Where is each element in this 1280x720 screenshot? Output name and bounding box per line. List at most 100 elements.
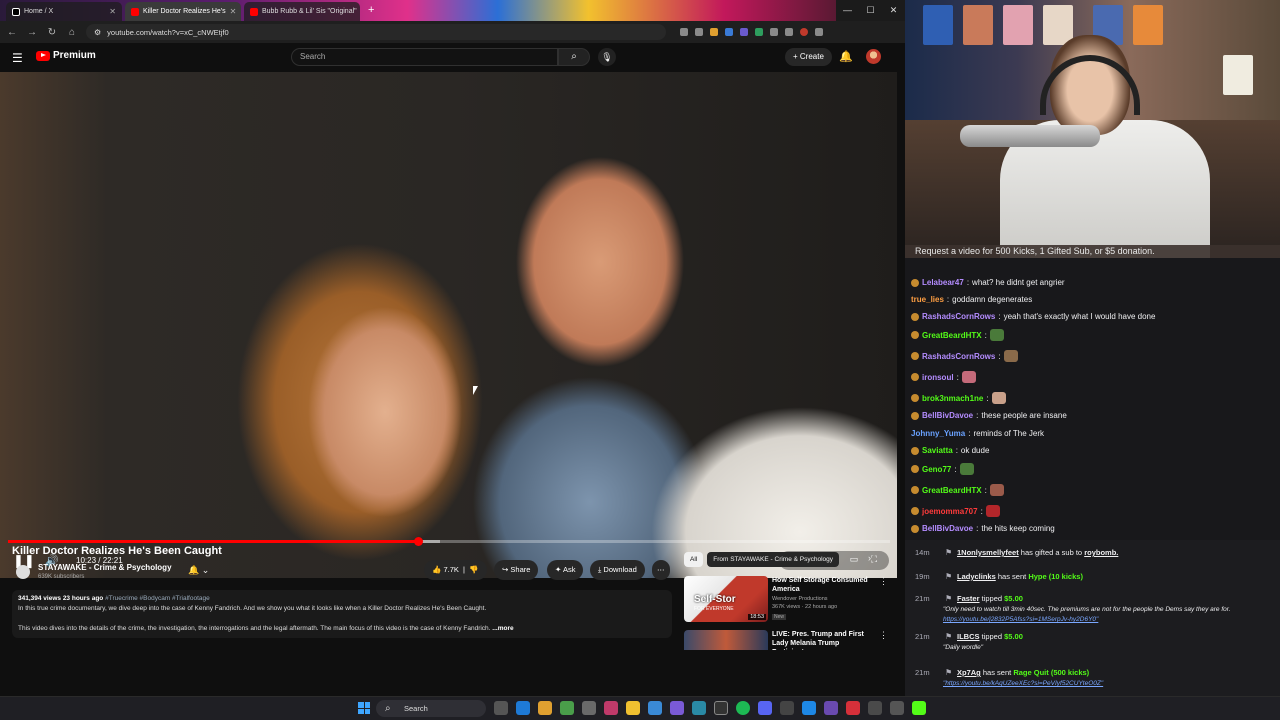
recommendation-item[interactable]: Self-Stor FOR EVERYONE 18:53 How Self St… <box>684 576 894 626</box>
tab-bubb-rubb[interactable]: Bubb Rubb & Lil' Sis "Original" ✕ <box>244 2 360 21</box>
subscribed-bell-icon[interactable]: 🔔 ⌄ <box>188 565 209 576</box>
app-icon[interactable] <box>714 701 728 715</box>
windows-start-icon[interactable] <box>358 702 370 714</box>
chat-username[interactable]: Johnny_Yuma <box>911 429 965 438</box>
event-link[interactable]: https://youtu.be/j2832P5Afss?si=1MSerpJv… <box>943 616 1098 623</box>
search-input[interactable]: Search <box>291 48 558 66</box>
close-icon[interactable]: ✕ <box>230 7 237 16</box>
install-icon[interactable] <box>680 28 688 36</box>
app-icon[interactable] <box>824 701 838 715</box>
chat-username[interactable]: Geno77 <box>922 465 951 474</box>
recommendation-channel[interactable]: Wendover Productions <box>772 596 828 602</box>
recommendation-title[interactable]: How Self Storage Consumed America <box>772 576 872 594</box>
search-button[interactable]: ⌕ <box>558 48 590 66</box>
taskbar-search[interactable]: Search <box>376 700 486 717</box>
description-box[interactable]: 341,394 views 23 hours ago #Truecrime #B… <box>12 590 672 638</box>
more-options-icon[interactable]: ⋮ <box>879 630 888 641</box>
channel-avatar[interactable] <box>16 565 30 579</box>
chat-username[interactable]: GreatBeardHTX <box>922 486 982 495</box>
chat-username[interactable]: ironsoul <box>922 373 954 382</box>
show-more-link[interactable]: ...more <box>492 625 513 632</box>
create-button[interactable]: + Create <box>785 48 832 66</box>
forward-icon[interactable]: → <box>26 27 38 38</box>
maximize-icon[interactable]: ☐ <box>859 0 882 21</box>
chat-username[interactable]: Saviatta <box>922 446 953 455</box>
youtube-premium-logo[interactable]: Premium <box>36 50 96 61</box>
like-button[interactable]: 👍 7.7K | 👎 <box>424 560 487 580</box>
recommendation-title[interactable]: LIVE: Pres. Trump and First Lady Melania… <box>772 630 872 650</box>
ask-button[interactable]: ✦ Ask <box>547 560 584 580</box>
app-icon[interactable] <box>868 701 882 715</box>
back-icon[interactable]: ← <box>6 27 18 38</box>
app-icon[interactable] <box>802 701 816 715</box>
notifications-bell-icon[interactable]: 🔔 <box>839 50 853 63</box>
edge-icon[interactable] <box>516 701 530 715</box>
hamburger-menu-icon[interactable]: ☰ <box>12 51 23 65</box>
kick-icon[interactable] <box>912 701 926 715</box>
app-icon[interactable] <box>692 701 706 715</box>
minimize-icon[interactable]: — <box>836 0 859 21</box>
event-user[interactable]: 1Nonlysmellyfeet <box>957 548 1019 557</box>
chrome-icon[interactable] <box>538 701 552 715</box>
video-thumbnail[interactable] <box>684 630 768 650</box>
channel-name[interactable]: STAYAWAKE - Crime & Psychology <box>38 563 172 572</box>
site-info-icon[interactable]: ⚙ <box>94 28 101 37</box>
close-window-icon[interactable]: ✕ <box>882 0 905 21</box>
side-panel-icon[interactable] <box>785 28 793 36</box>
chat-username[interactable]: BellBivDavoe <box>922 524 973 533</box>
app-icon[interactable] <box>604 701 618 715</box>
bookmark-star-icon[interactable] <box>695 28 703 36</box>
video-frame[interactable] <box>0 72 897 578</box>
video-thumbnail[interactable]: Self-Stor FOR EVERYONE 18:53 <box>684 576 768 622</box>
profile-icon[interactable] <box>800 28 808 36</box>
app-icon[interactable] <box>780 701 794 715</box>
chip-from-channel[interactable]: From STAYAWAKE - Crime & Psychology <box>707 552 840 567</box>
chat-username[interactable]: RashadsCornRows <box>922 312 995 321</box>
reload-icon[interactable]: ↻ <box>46 27 58 38</box>
dislike-icon[interactable]: 👎 <box>469 565 478 574</box>
event-user[interactable]: Xp7Ag <box>957 668 981 677</box>
app-icon[interactable] <box>846 701 860 715</box>
voice-search-button[interactable]: 🎙 <box>598 48 616 66</box>
chat-username[interactable]: GreatBeardHTX <box>922 331 982 340</box>
video-player[interactable]: ❚❚ 🔊 10:23 / 22:21 ⏻ ㏄ ⚙ ▭ ⛶ <box>0 72 897 578</box>
extensions-puzzle-icon[interactable] <box>770 28 778 36</box>
chat-username[interactable]: true_lies <box>911 295 944 304</box>
event-link[interactable]: "https://youtu.be/kAqUZeeXEc?si=PeVIyf52… <box>943 680 1103 687</box>
app-icon[interactable] <box>670 701 684 715</box>
event-user[interactable]: Faster <box>957 594 980 603</box>
hashtags[interactable]: #Truecrime #Bodycam #Trialfootage <box>105 595 210 602</box>
event-user[interactable]: ILBCS <box>957 632 980 641</box>
chat-username[interactable]: RashadsCornRows <box>922 352 995 361</box>
app-icon[interactable] <box>890 701 904 715</box>
share-button[interactable]: ↪ Share <box>494 560 539 580</box>
more-options-icon[interactable]: ⋮ <box>879 576 888 587</box>
discord-icon[interactable] <box>758 701 772 715</box>
recommendation-item[interactable]: LIVE: Pres. Trump and First Lady Melania… <box>684 630 894 650</box>
chat-username[interactable]: brok3nmach1ne <box>922 394 983 403</box>
browser-menu-icon[interactable] <box>815 28 823 36</box>
download-button[interactable]: ⤓ Download <box>590 560 645 580</box>
extension-icon[interactable] <box>710 28 718 36</box>
more-actions-icon[interactable]: ⋯ <box>652 560 670 580</box>
tab-killer-doctor[interactable]: Killer Doctor Realizes He's ✕ <box>125 2 241 21</box>
chat-username[interactable]: BellBivDavoe <box>922 411 973 420</box>
new-tab-icon[interactable]: + <box>368 4 374 16</box>
extension-icon[interactable] <box>740 28 748 36</box>
app-icon[interactable] <box>648 701 662 715</box>
app-icon[interactable] <box>560 701 574 715</box>
url-field[interactable]: ⚙ youtube.com/watch?v=xC_cNWEtjf0 <box>86 24 666 40</box>
chevron-right-icon[interactable]: › <box>868 553 871 563</box>
app-icon[interactable] <box>582 701 596 715</box>
extension-icon[interactable] <box>725 28 733 36</box>
event-user[interactable]: Ladyclinks <box>957 572 996 581</box>
chat-username[interactable]: Lelabear47 <box>922 278 964 287</box>
home-icon[interactable]: ⌂ <box>66 27 78 38</box>
spotify-icon[interactable] <box>736 701 750 715</box>
chat-username[interactable]: joemomma707 <box>922 507 978 516</box>
task-view-icon[interactable] <box>494 701 508 715</box>
extension-icon[interactable] <box>755 28 763 36</box>
chip-all[interactable]: All <box>684 552 704 567</box>
avatar[interactable] <box>866 49 881 64</box>
progress-bar[interactable] <box>8 537 890 546</box>
